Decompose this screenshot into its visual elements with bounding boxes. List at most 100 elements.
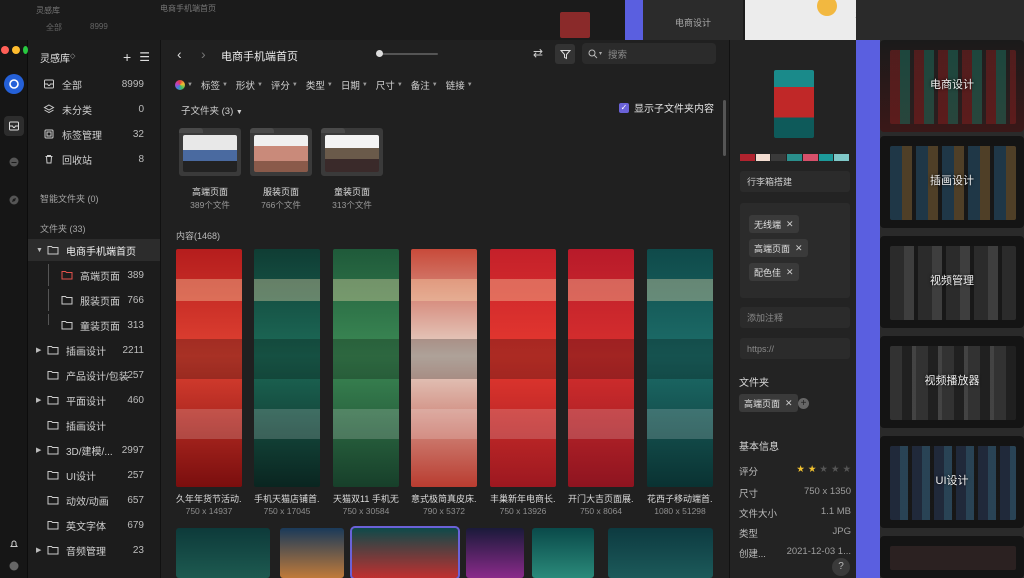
desktop-tile[interactable]: 电商设计 <box>880 40 1024 132</box>
content-card[interactable]: 开门大吉页面展... 750 x 8064 <box>568 249 634 516</box>
folder-item-3d[interactable]: ▶ 3D/建模/... 2997 <box>28 439 160 461</box>
folders-heading[interactable]: 文件夹 (33) <box>40 222 86 235</box>
subfolder-card[interactable]: 高端页面 389个文件 <box>179 128 241 211</box>
thumbnail-row2[interactable] <box>466 528 524 578</box>
filter-date[interactable]: 日期 ▼ <box>341 78 368 92</box>
tag-chip[interactable]: 无线端 ✕ <box>749 215 799 233</box>
folder-collapsed-caret-icon[interactable]: ▶ <box>36 346 44 354</box>
star-icon[interactable]: ★ <box>808 464 817 475</box>
content-thumbnail[interactable] <box>647 249 713 487</box>
color-swatch[interactable] <box>818 154 834 161</box>
add-icon[interactable]: + <box>123 49 131 65</box>
star-icon[interactable]: ★ <box>796 464 805 475</box>
star-icon[interactable]: ★ <box>842 464 851 475</box>
folder-item-clothing[interactable]: 服装页面 766 <box>28 289 160 311</box>
tag-chip[interactable]: 高端页面 ✕ <box>749 239 808 257</box>
menu-icon[interactable]: ☰ <box>139 50 150 64</box>
scrollbar[interactable] <box>723 100 726 156</box>
content-thumbnail[interactable] <box>411 249 477 487</box>
content-thumbnail[interactable] <box>176 249 242 487</box>
desktop-tile[interactable]: 视频管理 <box>880 236 1024 328</box>
folder-collapsed-caret-icon[interactable]: ▶ <box>36 446 44 454</box>
content-thumbnail[interactable] <box>333 249 399 487</box>
subfolder-card[interactable]: 服装页面 766个文件 <box>250 128 312 211</box>
folder-item-english-fonts[interactable]: 英文字体 679 <box>28 514 160 536</box>
content-card[interactable]: 花西子移动端首... 1080 x 51298 <box>647 249 713 516</box>
color-swatch[interactable] <box>834 154 849 161</box>
folder-item-ecommerce-home[interactable]: ▼ 电商手机端首页 <box>28 239 160 261</box>
close-window-button[interactable] <box>1 46 9 54</box>
help-icon[interactable]: ? <box>832 558 850 576</box>
star-icon[interactable]: ★ <box>831 464 840 475</box>
content-card[interactable]: 手机天猫店铺首... 750 x 17045 <box>254 249 320 516</box>
remove-folder-icon[interactable]: ✕ <box>785 398 793 409</box>
thumbnail-row2-selected[interactable] <box>350 526 460 578</box>
name-field[interactable]: 行李箱搭建 <box>740 171 850 192</box>
folder-item-graphic-design[interactable]: ▶ 平面设计 460 <box>28 389 160 411</box>
color-swatch[interactable] <box>787 154 802 161</box>
color-swatch[interactable] <box>740 154 755 161</box>
sidebar-item-tags[interactable]: 标签管理 32 <box>28 123 160 145</box>
thumbnail-row2[interactable] <box>608 528 713 578</box>
tags-box[interactable]: 无线端 ✕ 高端页面 ✕ 配色佳 ✕ <box>740 203 850 298</box>
folder-chip[interactable]: 高端页面 ✕ <box>739 394 798 412</box>
content-thumbnail[interactable] <box>254 249 320 487</box>
content-card[interactable]: 久年年货节活动... 750 x 14937 <box>176 249 242 516</box>
forward-icon[interactable]: › <box>201 46 206 62</box>
folder-collapsed-caret-icon[interactable]: ▶ <box>36 396 44 404</box>
url-input[interactable]: https:// <box>740 338 850 359</box>
thumbnail-row2[interactable] <box>532 528 594 578</box>
color-swatch[interactable] <box>771 154 787 161</box>
sidebar-item-trash[interactable]: 回收站 8 <box>28 148 160 170</box>
folder-item-ui-design[interactable]: UI设计 257 <box>28 464 160 486</box>
library-switcher[interactable]: 灵感库 ◇ + ☰ <box>40 48 150 66</box>
folder-expanded-caret-icon[interactable]: ▼ <box>36 247 44 254</box>
filter-color[interactable]: ▼ <box>175 80 193 90</box>
star-icon[interactable]: ★ <box>819 464 828 475</box>
subfolder-card[interactable]: 童装页面 313个文件 <box>321 128 383 211</box>
desktop-tile[interactable]: UI设计 <box>880 436 1024 528</box>
filter-button[interactable] <box>555 44 575 64</box>
remove-tag-icon[interactable]: ✕ <box>786 219 794 230</box>
back-icon[interactable]: ‹ <box>177 46 182 62</box>
library-icon[interactable] <box>4 116 24 136</box>
remove-tag-icon[interactable]: ✕ <box>795 243 803 254</box>
eagle-logo-icon[interactable] <box>4 74 24 94</box>
show-subfolder-content-checkbox[interactable]: ✓ 显示子文件夹内容 <box>619 100 714 115</box>
sidebar-item-all[interactable]: 全部 8999 <box>28 73 160 95</box>
color-swatch[interactable] <box>755 154 771 161</box>
filter-tag[interactable]: 标签 ▼ <box>201 78 228 92</box>
desktop-tile[interactable] <box>880 536 1024 578</box>
content-thumbnail[interactable] <box>568 249 634 487</box>
folder-item-illustration[interactable]: ▶ 插画设计 2211 <box>28 339 160 361</box>
content-card[interactable]: 天猫双11 手机无... 750 x 30584 <box>333 249 399 516</box>
preview-image[interactable] <box>774 70 814 138</box>
compass-icon[interactable] <box>4 190 24 210</box>
color-swatch[interactable] <box>802 154 818 161</box>
user-icon[interactable] <box>4 556 24 576</box>
thumbnail-row2[interactable] <box>280 528 344 578</box>
smart-folders-heading[interactable]: 智能文件夹 (0) <box>40 192 99 205</box>
add-folder-icon[interactable]: + <box>798 398 809 409</box>
remove-tag-icon[interactable]: ✕ <box>786 267 794 278</box>
search-input[interactable]: ▾ 搜索 <box>582 43 716 64</box>
filter-shape[interactable]: 形状 ▼ <box>236 78 263 92</box>
thumbnail-row2[interactable] <box>176 528 270 578</box>
bell-icon[interactable] <box>4 534 24 554</box>
tag-chip[interactable]: 配色佳 ✕ <box>749 263 799 281</box>
content-card[interactable]: 丰巢新年电商长... 750 x 13926 <box>490 249 556 516</box>
content-card[interactable]: 意式极简真皮床... 790 x 5372 <box>411 249 477 516</box>
filter-rating[interactable]: 评分 ▼ <box>271 78 298 92</box>
folder-item-high-end[interactable]: 高端页面 389 <box>28 264 160 286</box>
subfolders-toggle[interactable]: 子文件夹 (3) ▼ <box>181 103 243 117</box>
folder-item-kids-clothing[interactable]: 童装页面 313 <box>28 314 160 336</box>
folder-item-product-design[interactable]: 产品设计/包装 257 <box>28 364 160 386</box>
minimize-window-button[interactable] <box>12 46 20 54</box>
folder-collapsed-caret-icon[interactable]: ▶ <box>36 546 44 554</box>
rating-stars[interactable]: ★ ★ ★ ★ ★ <box>793 464 851 478</box>
sidebar-item-uncategorized[interactable]: 未分类 0 <box>28 98 160 120</box>
desktop-tile[interactable]: 插画设计 <box>880 136 1024 228</box>
filter-size[interactable]: 尺寸 ▼ <box>376 78 403 92</box>
cloud-icon[interactable] <box>4 152 24 172</box>
folder-item-motion[interactable]: 动效/动画 657 <box>28 489 160 511</box>
